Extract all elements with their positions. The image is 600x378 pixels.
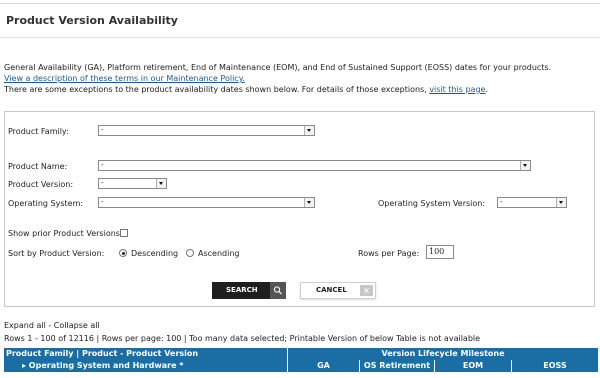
intro-text: General Availability (GA), Platform reti…: [4, 62, 600, 95]
column-header-os-retirement[interactable]: OS Retirement: [360, 360, 434, 372]
results-summary: Rows 1 - 100 of 12116 | Rows per page: 1…: [4, 334, 481, 343]
column-header-eoss[interactable]: EOSS: [512, 360, 598, 372]
expand-collapse: Expand all - Collapse all: [4, 321, 100, 330]
product-name-label: Product Name:: [8, 162, 68, 171]
rows-per-page-label: Rows per Page:: [358, 249, 420, 258]
chevron-down-icon: [304, 126, 314, 135]
show-prior-label: Show prior Product Versions:: [8, 229, 123, 238]
exceptions-link[interactable]: visit this page: [429, 85, 485, 94]
sort-ascending-radio[interactable]: [186, 249, 194, 257]
table-header-row-1: Product Family | Product - Product Versi…: [4, 348, 598, 360]
exceptions-period: .: [485, 85, 489, 94]
expand-collapse-separator: -: [45, 321, 54, 330]
expand-all-link[interactable]: Expand all: [4, 321, 46, 330]
search-button-label: SEARCH: [226, 286, 258, 294]
search-icon: [270, 282, 286, 299]
operating-system-select[interactable]: -: [98, 197, 315, 208]
maintenance-policy-link[interactable]: View a description of these terms in our…: [4, 74, 245, 83]
product-family-label: Product Family:: [8, 127, 69, 136]
operating-system-value: -: [101, 198, 104, 206]
top-border: [0, 0, 600, 4]
os-version-label: Operating System Version:: [378, 199, 486, 208]
os-version-value: -: [500, 198, 503, 206]
os-version-select[interactable]: -: [497, 197, 567, 208]
operating-system-label: Operating System:: [8, 199, 84, 208]
chevron-down-icon: [304, 198, 314, 207]
sort-descending-radio[interactable]: [119, 249, 127, 257]
search-button[interactable]: SEARCH: [212, 282, 286, 299]
sort-ascending-label: Ascending: [198, 249, 240, 258]
chevron-down-icon: [556, 198, 566, 207]
sort-label: Sort by Product Version:: [8, 249, 105, 258]
column-group-milestone: Version Lifecycle Milestone: [381, 349, 505, 358]
close-icon: ×: [360, 285, 373, 296]
intro-line-1: General Availability (GA), Platform reti…: [4, 63, 552, 72]
rows-per-page-input[interactable]: 100: [426, 245, 454, 259]
product-version-label: Product Version:: [8, 180, 74, 189]
sort-descending-label: Descending: [131, 249, 179, 258]
product-family-value: -: [101, 126, 104, 134]
show-prior-checkbox[interactable]: [120, 229, 128, 237]
page-title: Product Version Availability: [6, 14, 178, 27]
product-version-value: -: [101, 179, 104, 187]
collapse-all-link[interactable]: Collapse all: [54, 321, 100, 330]
table-header-row-2: ▸ Operating System and Hardware * GA OS …: [4, 360, 598, 372]
exceptions-text: There are some exceptions to the product…: [4, 85, 430, 94]
chevron-down-icon: [156, 179, 166, 188]
column-header-eom[interactable]: EOM: [435, 360, 511, 372]
product-family-select[interactable]: -: [98, 125, 315, 136]
chevron-down-icon: [520, 161, 530, 170]
cancel-button-label: CANCEL: [316, 286, 347, 294]
search-panel: [4, 111, 595, 307]
product-name-value: -: [101, 161, 104, 169]
title-divider: [0, 37, 600, 38]
product-version-select[interactable]: -: [98, 178, 167, 189]
cancel-button[interactable]: CANCEL ×: [300, 282, 376, 299]
column-header-ga[interactable]: GA: [288, 360, 359, 372]
intro-line-3: There are some exceptions to the product…: [4, 84, 600, 95]
column-header-product[interactable]: Product Family | Product - Product Versi…: [4, 348, 287, 360]
product-name-select[interactable]: -: [98, 160, 531, 171]
column-header-os-hardware[interactable]: ▸ Operating System and Hardware *: [22, 360, 287, 372]
